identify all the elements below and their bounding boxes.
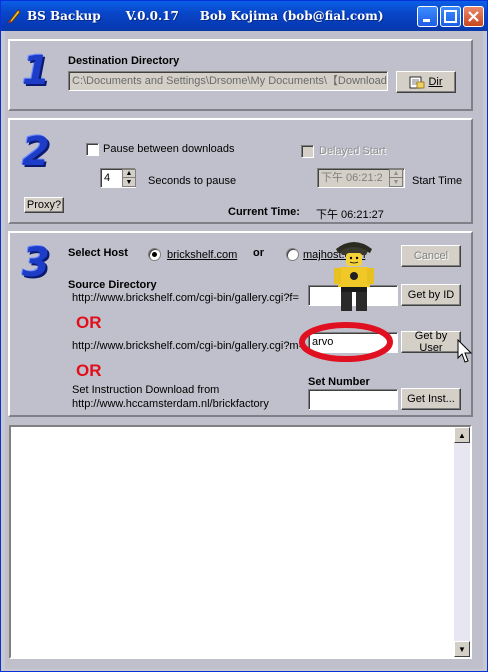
current-time-value: 下午 06:21:27 [316,209,384,221]
get-inst-button[interactable]: Get Inst... [401,388,461,410]
step-number-2: 2 [22,129,50,175]
log-scrollbar[interactable]: ▲ ▼ [454,427,470,657]
dir-button-label: Dir [428,76,443,88]
log-output[interactable]: ▲ ▼ [9,425,472,659]
destination-panel: 1 Destination Directory C:\Documents and… [8,39,473,111]
host-radio-majhost[interactable] [286,248,299,261]
spin-up-icon[interactable]: ▲ [123,170,135,178]
delayed-start-checkbox[interactable] [301,145,314,158]
select-host-label: Select Host [68,247,128,259]
cancel-button[interactable]: Cancel [401,245,461,267]
destination-label: Destination Directory [68,55,180,67]
scroll-down-icon[interactable]: ▼ [454,641,470,657]
delayed-start-label: Delayed Start [319,145,386,157]
current-time-label: Current Time: [228,206,300,218]
instruction-label: Set Instruction Download from [72,384,220,396]
lego-minifig-image [334,242,374,311]
step-number-3: 3 [22,240,50,286]
url-by-id-label: http://www.brickshelf.com/cgi-bin/galler… [72,292,299,304]
get-by-id-button[interactable]: Get by ID [401,284,461,306]
url-by-user-label: http://www.brickshelf.com/cgi-bin/galler… [72,340,306,352]
maximize-icon [444,10,457,23]
host-radio-brickshelf[interactable] [148,248,161,261]
step-number-1: 1 [22,48,50,94]
get-by-user-button[interactable]: Get by User [401,330,461,354]
highlight-circle [299,322,393,362]
source-directory-label: Source Directory [68,279,157,291]
window-title: BS Backup V.0.0.17 Bob Kojima (bob@fial.… [27,9,384,23]
log-text [11,427,470,431]
host-or-label: or [253,247,264,259]
proxy-button[interactable]: Proxy? [24,197,64,213]
minimize-icon [423,19,430,22]
mouse-cursor-icon [457,339,473,363]
seconds-label: Seconds to pause [148,175,237,187]
spin-down-icon[interactable]: ▼ [390,178,402,186]
or-label-2: OR [76,361,102,380]
title-bar[interactable]: BS Backup V.0.0.17 Bob Kojima (bob@fial.… [1,1,487,31]
pause-checkbox[interactable] [86,143,99,156]
seconds-spinner[interactable]: ▲ ▼ [122,169,136,187]
dir-button[interactable]: Dir [396,71,456,93]
schedule-panel: 2 Pause between downloads 4 ▲ ▼ Seconds … [8,118,473,224]
app-icon [8,9,21,24]
set-number-label: Set Number [308,376,370,388]
start-time-spinner[interactable]: ▲ ▼ [389,169,403,187]
destination-field[interactable]: C:\Documents and Settings\Drsome\My Docu… [68,71,388,91]
minimize-button[interactable] [417,6,438,27]
source-panel: 3 Select Host brickshelf.com or majhost.… [8,231,473,417]
scroll-up-icon[interactable]: ▲ [454,427,470,443]
set-number-input[interactable] [308,389,398,410]
app-window: BS Backup V.0.0.17 Bob Kojima (bob@fial.… [0,0,488,672]
close-button[interactable] [463,6,484,27]
folder-icon [410,76,425,89]
spin-down-icon[interactable]: ▼ [123,178,135,186]
spin-up-icon[interactable]: ▲ [390,170,402,178]
maximize-button[interactable] [440,6,461,27]
instruction-url-label: http://www.hccamsterdam.nl/brickfactory [72,398,269,410]
or-label-1: OR [76,313,102,332]
host-brickshelf-label: brickshelf.com [167,249,238,261]
close-icon [468,11,479,22]
pause-label: Pause between downloads [103,143,235,155]
start-time-label: Start Time [412,175,463,187]
